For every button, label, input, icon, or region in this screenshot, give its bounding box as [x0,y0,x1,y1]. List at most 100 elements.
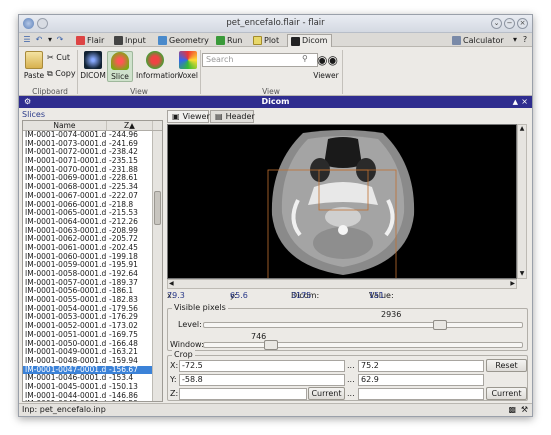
undo-icon[interactable]: ↶ [34,35,44,45]
information-button[interactable]: Information [136,51,179,80]
terminal-icon[interactable]: ▩ [508,404,516,416]
slice-name: IM-0001-0072-0001.d [25,148,107,157]
dicom-button[interactable]: DICOM [80,51,106,80]
visible-pixels-group: Visible pixels Level: 2936 Window: 746 [167,303,528,351]
table-row[interactable]: IM-0001-0072-0001.d -238.42 [23,148,162,157]
level-value: 2936 [381,310,402,319]
window-slider[interactable] [203,342,523,348]
calculator-button[interactable]: Calculator [449,34,508,47]
table-row[interactable]: IM-0001-0064-0001.d -212.26 [23,217,162,227]
window-slider-handle[interactable] [264,340,279,350]
status-bar: Inp: pet_encefalo.inp ▩ ⚒ [19,403,532,416]
scroll-right-icon[interactable]: ▶ [510,280,515,287]
slice-label: Slice [111,72,129,81]
tab-viewer[interactable]: ▣ Viewer [167,110,210,123]
table-row[interactable]: IM-0001-0057-0001.d -189.37 [23,278,162,288]
table-row[interactable]: IM-0001-0043-0001.d-143.59 [23,400,162,401]
table-row[interactable]: IM-0001-0044-0001.d -146.86 [23,391,162,401]
table-row[interactable]: IM-0001-0047-0001.d -156.67 [23,365,162,375]
minimize-button[interactable]: − [504,18,515,29]
voxel-button[interactable]: Voxel [175,51,201,80]
float-icon[interactable]: ▲ [513,96,518,108]
tab-flair[interactable]: Flair [73,34,108,47]
slice-name: IM-0001-0055-0001.d [25,296,107,305]
table-row[interactable]: IM-0001-0050-0001.d -166.48 [23,339,162,349]
tab-header[interactable]: ▤ Header [210,110,255,123]
table-row[interactable]: IM-0001-0046-0001.d -153.4 [23,374,162,383]
redo-icon[interactable]: ↷ [55,35,65,45]
crop-z-max-input[interactable] [358,388,484,400]
table-row[interactable]: IM-0001-0058-0001.d -192.64 [23,269,162,279]
paste-button[interactable]: Paste [21,51,47,80]
tab-dicom[interactable]: Dicom [287,34,333,47]
menu-icon[interactable]: ☰ [22,35,32,45]
viewer-button[interactable]: ◉◉ Viewer [311,51,341,80]
divider [200,50,201,94]
cut-button[interactable]: ✂ Cut [47,53,70,62]
level-slider[interactable] [203,322,523,328]
table-row[interactable]: IM-0001-0063-0001.d -208.99 [23,226,162,236]
table-row[interactable]: IM-0001-0045-0001.d -150.13 [23,382,162,392]
table-row[interactable]: IM-0001-0073-0001.d -241.69 [23,139,162,149]
table-row[interactable]: IM-0001-0053-0001.d -176.29 [23,313,162,322]
table-row[interactable]: IM-0001-0062-0001.d -205.72 [23,235,162,244]
search-input[interactable]: Search [202,53,318,67]
copy-button[interactable]: ⧉ Copy [47,69,76,79]
tab-geometry[interactable]: Geometry [155,34,213,47]
table-row[interactable]: IM-0001-0048-0001.d -159.94 [23,356,162,366]
close-button[interactable]: × [517,18,528,29]
viewer-label: Viewer [313,71,339,80]
table-row[interactable]: IM-0001-0055-0001.d -182.83 [23,295,162,305]
table-row[interactable]: IM-0001-0068-0001.d -225.34 [23,182,162,192]
crop-x-max-input[interactable]: 75.2 [358,360,484,372]
tab-plot[interactable]: Plot [250,34,283,47]
chevron-down-icon[interactable]: ▾ [510,35,520,45]
table-row[interactable]: IM-0001-0060-0001.d -199.18 [23,252,162,262]
table-row[interactable]: IM-0001-0065-0001.d -215.53 [23,208,162,218]
viewer-vertical-scrollbar[interactable]: ▲ ▼ [517,124,527,279]
table-row[interactable]: IM-0001-0067-0001.d -222.07 [23,191,162,201]
column-header-name[interactable]: Name [23,121,107,130]
tools-icon[interactable]: ⚒ [521,404,528,416]
table-row[interactable]: IM-0001-0052-0001.d -173.02 [23,321,162,331]
table-row[interactable]: IM-0001-0054-0001.d -179.56 [23,304,162,314]
level-slider-handle[interactable] [432,320,447,330]
scroll-up-icon[interactable]: ▲ [518,125,526,133]
slice-button[interactable]: Slice [107,51,133,82]
scroll-down-icon[interactable]: ▼ [518,270,526,278]
current-z-min-button[interactable]: Current [308,387,345,400]
table-row[interactable]: IM-0001-0056-0001.d -186.1 [23,287,162,296]
column-header-z[interactable]: Z▲ [107,121,153,130]
crop-x-min-input[interactable]: -72.5 [179,360,345,372]
table-row[interactable]: IM-0001-0071-0001.d -235.15 [23,156,162,166]
crop-y-max-input[interactable]: 62.9 [358,374,484,386]
table-row[interactable]: IM-0001-0049-0001.d -163.21 [23,347,162,357]
table-row[interactable]: IM-0001-0059-0001.d -195.91 [23,261,162,270]
table-row[interactable]: IM-0001-0074-0001.d -244.96 [23,130,162,140]
table-row[interactable]: IM-0001-0069-0001.d -228.61 [23,174,162,183]
dropdown-icon[interactable]: ▾ [45,35,55,45]
crop-z-min-input[interactable] [179,388,307,400]
current-z-max-button[interactable]: Current [486,387,527,400]
table-row[interactable]: IM-0001-0070-0001.d -231.88 [23,165,162,175]
search-icon[interactable]: ⚲ [302,54,308,63]
reset-button[interactable]: Reset [486,359,527,372]
tab-run[interactable]: Run [213,34,246,47]
close-icon[interactable]: × [521,96,528,108]
chevron-down-icon[interactable]: ⌄ [491,18,502,29]
information-label: Information [136,71,180,80]
dicom-image-viewer[interactable] [167,124,517,279]
table-row[interactable]: IM-0001-0051-0001.d -169.75 [23,330,162,340]
scrollbar-thumb[interactable] [154,191,161,225]
slices-scrollbar[interactable] [152,131,162,401]
viewer-horizontal-scrollbar[interactable]: ◀ ▶ [167,279,517,289]
ribbon: Paste ✂ Cut ⧉ Copy Clipboard DICOM Slice… [19,47,532,96]
crop-group: Crop X: -72.5 ... 75.2 Reset Y: -58.8 ..… [167,350,528,401]
crop-y-min-input[interactable]: -58.8 [179,374,345,386]
help-icon[interactable]: ? [520,35,530,45]
tab-input[interactable]: Input [111,34,150,47]
table-row[interactable]: IM-0001-0066-0001.d -218.8 [23,200,162,210]
table-row[interactable]: IM-0001-0061-0001.d -202.45 [23,243,162,253]
slices-table[interactable]: Name Z▲ IM-0001-0074-0001.d -244.96 IM-000… [22,120,163,402]
scroll-left-icon[interactable]: ◀ [169,280,174,287]
